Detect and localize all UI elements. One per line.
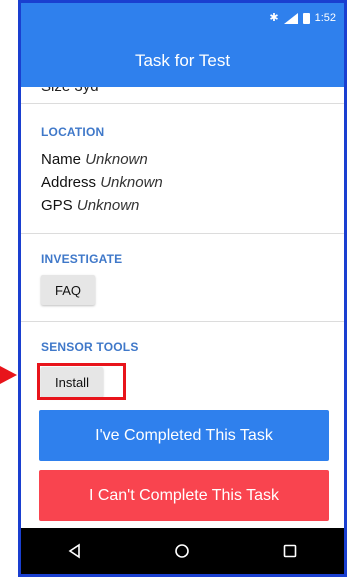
field-label: Name (41, 151, 82, 168)
task-details-scroll[interactable]: Size 3yd LOCATION Name Unknown Address U… (21, 87, 344, 534)
phone-screen: ✱ 1:52 Task for Test Size 3yd LOCATION N… (18, 0, 347, 577)
section-title-sensor-tools: SENSOR TOOLS (41, 340, 139, 354)
cannot-complete-task-button[interactable]: I Can't Complete This Task (39, 470, 329, 521)
navigation-bar (21, 528, 344, 574)
recents-button[interactable] (260, 528, 320, 574)
status-bar: ✱ 1:52 (21, 3, 344, 35)
battery-icon (302, 12, 310, 24)
divider (21, 321, 344, 322)
clipped-field: Size 3yd (41, 87, 99, 95)
location-name-field: Name Unknown (41, 151, 148, 168)
status-time: 1:52 (314, 12, 336, 24)
status-icons: ✱ 1:52 (269, 12, 336, 24)
divider (21, 103, 344, 104)
field-value: Unknown (85, 151, 148, 168)
bluetooth-icon: ✱ (269, 11, 279, 24)
faq-button[interactable]: FAQ (41, 275, 96, 305)
app-bar: Task for Test (21, 35, 344, 87)
field-label: GPS (41, 197, 73, 214)
section-title-location: LOCATION (41, 125, 105, 139)
field-label: Address (41, 174, 97, 191)
home-icon (175, 544, 190, 558)
location-gps-field: GPS Unknown (41, 197, 139, 214)
section-title-investigate: INVESTIGATE (41, 252, 123, 266)
annotation-arrow (0, 366, 17, 384)
divider (21, 233, 344, 234)
annotation-highlight-box (37, 363, 126, 400)
page-title: Task for Test (134, 51, 231, 70)
back-icon (68, 543, 80, 559)
recents-icon (283, 544, 297, 558)
complete-task-button[interactable]: I've Completed This Task (39, 410, 329, 461)
back-button[interactable] (45, 528, 105, 574)
location-address-field: Address Unknown (41, 174, 163, 191)
field-value: Unknown (76, 197, 140, 214)
field-value: Unknown (100, 174, 163, 191)
home-button[interactable] (152, 528, 212, 574)
signal-icon (283, 12, 298, 24)
